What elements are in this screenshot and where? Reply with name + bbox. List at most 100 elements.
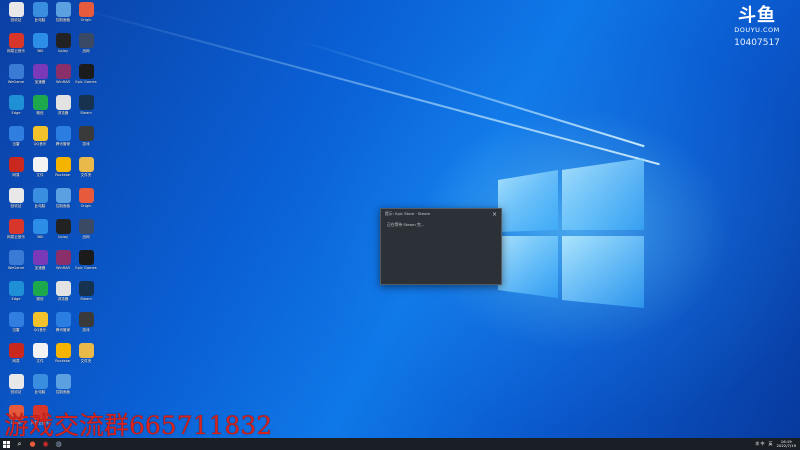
app-icon (8, 33, 24, 48)
desktop-icon[interactable]: Origin (73, 2, 99, 22)
app-icon (32, 126, 48, 141)
desktop-icon[interactable]: Origin (73, 188, 99, 208)
desktop-icon-label: 游戏 (82, 142, 90, 146)
app-icon (32, 343, 48, 358)
desktop: 回收站 此电脑 控制面板 Origin 网易云音乐 360 Uplay 战网 WeGame 加速器… (0, 0, 800, 438)
app-icon (55, 374, 71, 389)
tray-icons[interactable]: ㊟ 中 (755, 441, 764, 447)
desktop-icon[interactable]: Epic Games (73, 250, 99, 270)
steam-icon[interactable]: ◍ (52, 438, 65, 450)
brand-domain: DOUYU.COM (734, 26, 780, 34)
clock-date: 2022/7/19 (776, 443, 796, 448)
app-icon (55, 2, 71, 17)
dialog-window[interactable]: 提示: Epic Store · Steam × 正在等待 Steam 完... (380, 208, 502, 285)
app-icon (8, 188, 24, 203)
desktop-icon-label: 战网 (82, 49, 90, 53)
app-icon (78, 343, 94, 358)
app-icon (8, 157, 24, 172)
app-icon (8, 374, 24, 389)
app-icon (8, 250, 24, 265)
app-icon (32, 374, 48, 389)
desktop-icon-label: 战网 (82, 235, 90, 239)
app-icon (32, 219, 48, 234)
app-icon (32, 33, 48, 48)
desktop-icon[interactable]: Steam (73, 281, 99, 301)
app-icon (78, 188, 94, 203)
app-icon (55, 250, 71, 265)
app-icon (55, 126, 71, 141)
app-icon (55, 157, 71, 172)
app-icon (32, 2, 48, 17)
system-tray: ㊟ 中 英 16:19 2022/7/19 (755, 438, 796, 450)
start-button[interactable] (0, 438, 13, 450)
app-icon (78, 126, 94, 141)
app-icon (78, 157, 94, 172)
app-icon (78, 33, 94, 48)
app-icon (8, 126, 24, 141)
stream-overlay-text: 游戏交流群665711832 (4, 411, 273, 440)
desktop-icon[interactable]: 文件夹 (73, 343, 99, 363)
dialog-titlebar[interactable]: 提示: Epic Store · Steam × (381, 209, 501, 219)
app-icon (55, 281, 71, 296)
desktop-icon-label: 游戏 (82, 328, 90, 332)
desktop-icon[interactable]: 游戏 (73, 312, 99, 332)
app-icon (78, 219, 94, 234)
search-icon[interactable]: ⌕ (13, 438, 26, 450)
app-icon (78, 64, 94, 79)
desktop-icon-label: Epic Games (75, 266, 97, 270)
app-icon (32, 312, 48, 327)
app-icon (8, 312, 24, 327)
app-icon (78, 2, 94, 17)
room-number: 10407517 (734, 38, 780, 48)
app-icon (78, 312, 94, 327)
dialog-message: 正在等待 Steam 完... (387, 222, 425, 227)
desktop-icon-label: Steam (80, 297, 92, 301)
ime-indicator[interactable]: 英 (769, 441, 773, 447)
windows-logo-icon (3, 440, 10, 448)
close-icon[interactable]: × (492, 211, 497, 218)
desktop-icon[interactable]: 战网 (73, 219, 99, 239)
dialog-title: 提示: Epic Store · Steam (385, 211, 431, 216)
app-icon (32, 157, 48, 172)
desktop-icon-label: 文件夹 (80, 173, 92, 177)
desktop-icon-label: 控制面板 (55, 390, 71, 394)
app-icon (55, 343, 71, 358)
desktop-icon[interactable]: Steam (73, 95, 99, 115)
desktop-icon[interactable]: 游戏 (73, 126, 99, 146)
app-icon (32, 250, 48, 265)
desktop-icon-label: Steam (80, 111, 92, 115)
app-icon[interactable]: ● (26, 438, 39, 450)
desktop-icon-label: Origin (80, 204, 92, 208)
app-icon (78, 95, 94, 110)
windows-logo (498, 158, 644, 308)
app-icon (78, 281, 94, 296)
app-icon (8, 281, 24, 296)
desktop-icon-label: Epic Games (75, 80, 97, 84)
app-icon (55, 64, 71, 79)
desktop-icon[interactable]: Epic Games (73, 64, 99, 84)
app-icon (8, 219, 24, 234)
app-icon (8, 64, 24, 79)
clock[interactable]: 16:19 2022/7/19 (776, 439, 796, 449)
browser-icon[interactable]: ◉ (39, 438, 52, 450)
light-beam (79, 8, 660, 166)
app-icon (78, 250, 94, 265)
desktop-icon[interactable]: 控制面板 (50, 374, 76, 394)
app-icon (55, 95, 71, 110)
desktop-icon[interactable]: 战网 (73, 33, 99, 53)
app-icon (55, 33, 71, 48)
app-icon (55, 219, 71, 234)
app-icon (8, 343, 24, 358)
app-icon (32, 281, 48, 296)
app-icon (8, 95, 24, 110)
app-icon (55, 312, 71, 327)
app-icon (32, 188, 48, 203)
app-icon (55, 188, 71, 203)
taskbar: ⌕ ● ◉ ◍ ㊟ 中 英 16:19 2022/7/19 (0, 438, 800, 450)
app-icon (32, 64, 48, 79)
douyu-watermark: 斗鱼 DOUYU.COM 10407517 (722, 5, 792, 49)
brand-name: 斗鱼 (738, 5, 776, 26)
app-icon (32, 95, 48, 110)
light-beam (299, 40, 645, 148)
desktop-icon[interactable]: 文件夹 (73, 157, 99, 177)
